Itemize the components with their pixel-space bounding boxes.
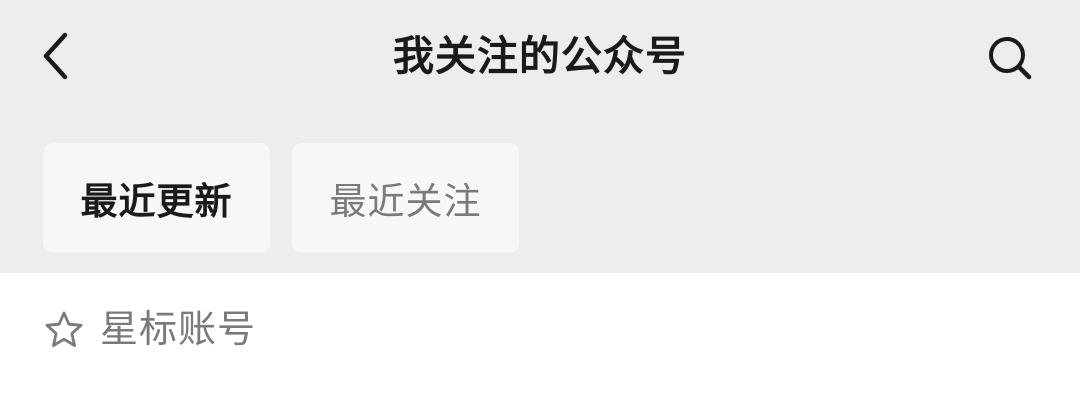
starred-accounts-label: 星标账号 — [100, 307, 257, 351]
starred-accounts-row[interactable]: 星标账号 — [0, 273, 1080, 394]
search-button[interactable] — [976, 24, 1044, 92]
nav-bar: 我关注的公众号 — [0, 0, 1080, 115]
search-icon — [989, 37, 1032, 80]
page-title: 我关注的公众号 — [393, 32, 687, 80]
tab-bar: 最近更新 最近关注 — [0, 143, 1080, 253]
tab-recent-updates[interactable]: 最近更新 — [43, 143, 270, 253]
header-area: 我关注的公众号 最近更新 最近关注 — [0, 0, 1080, 273]
tab-recent-follows[interactable]: 最近关注 — [292, 143, 519, 253]
star-outline-icon — [45, 311, 83, 347]
